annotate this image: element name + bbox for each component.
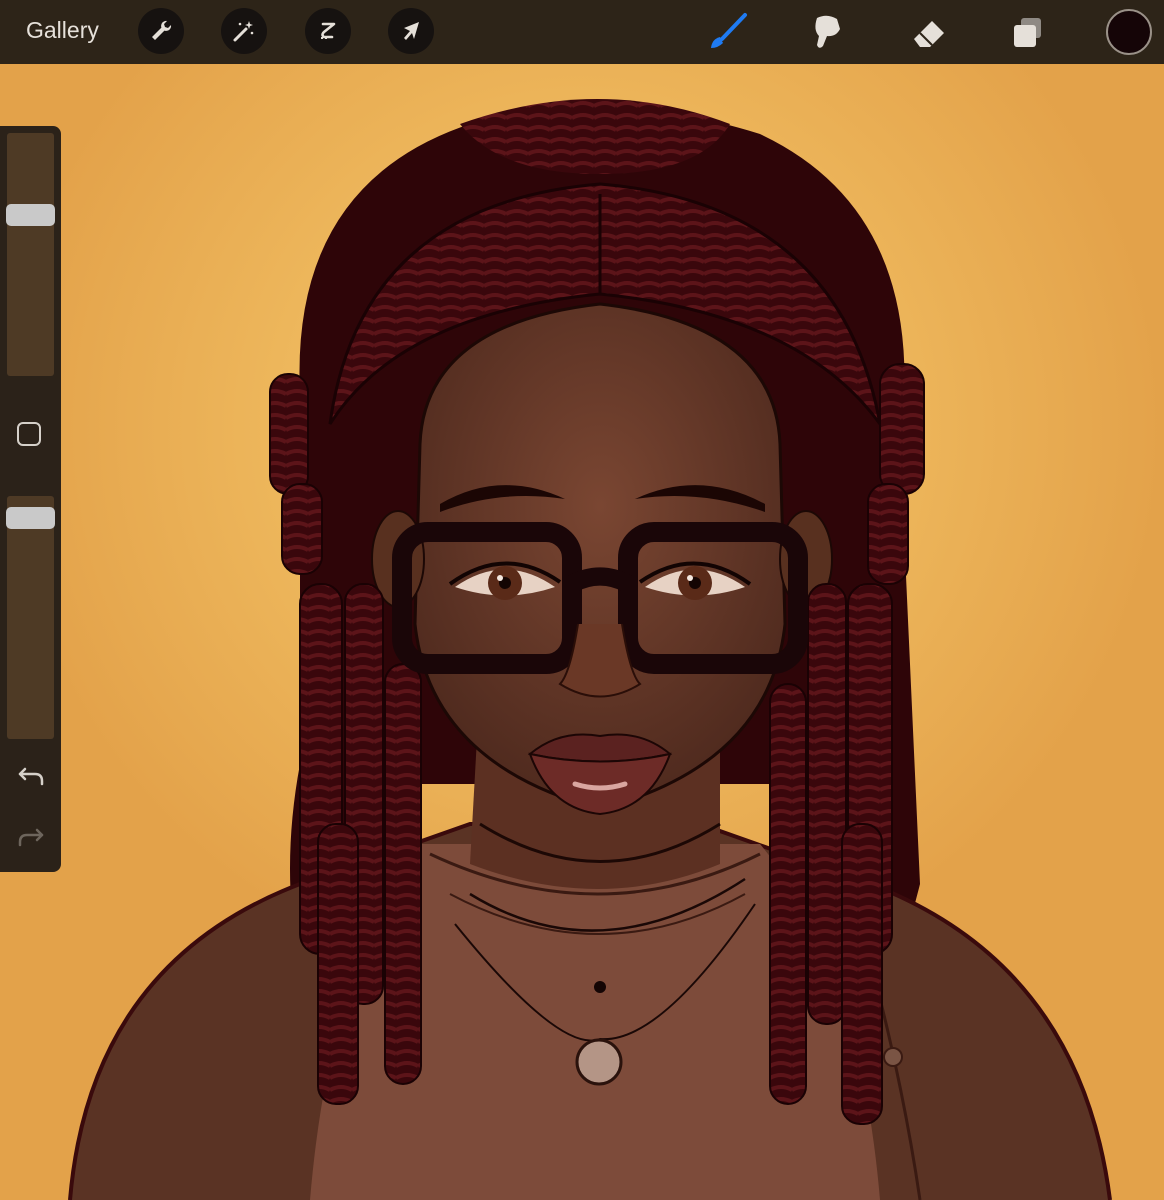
gallery-button[interactable]: Gallery — [26, 17, 99, 44]
modify-square-icon[interactable] — [17, 422, 41, 446]
undo-icon[interactable] — [16, 761, 46, 791]
brush-size-slider[interactable] — [7, 133, 54, 376]
drawing-canvas[interactable] — [0, 64, 1164, 1200]
smudge-icon[interactable] — [804, 10, 850, 54]
arrow-cursor-icon[interactable] — [388, 8, 434, 54]
brush-icon[interactable] — [704, 10, 750, 54]
color-picker-button[interactable] — [1106, 9, 1152, 55]
opacity-slider-thumb[interactable] — [6, 507, 55, 530]
opacity-slider[interactable] — [7, 496, 54, 739]
eraser-icon[interactable] — [904, 10, 950, 54]
redo-icon[interactable] — [16, 822, 46, 852]
selection-s-icon[interactable] — [305, 8, 351, 54]
artwork-illustration — [0, 64, 1164, 1200]
left-sidebar — [0, 126, 61, 872]
magic-wand-icon[interactable] — [221, 8, 267, 54]
layers-icon[interactable] — [1004, 10, 1050, 54]
brush-size-slider-thumb[interactable] — [6, 203, 55, 226]
wrench-icon[interactable] — [138, 8, 184, 54]
top-toolbar: Gallery — [0, 0, 1164, 64]
